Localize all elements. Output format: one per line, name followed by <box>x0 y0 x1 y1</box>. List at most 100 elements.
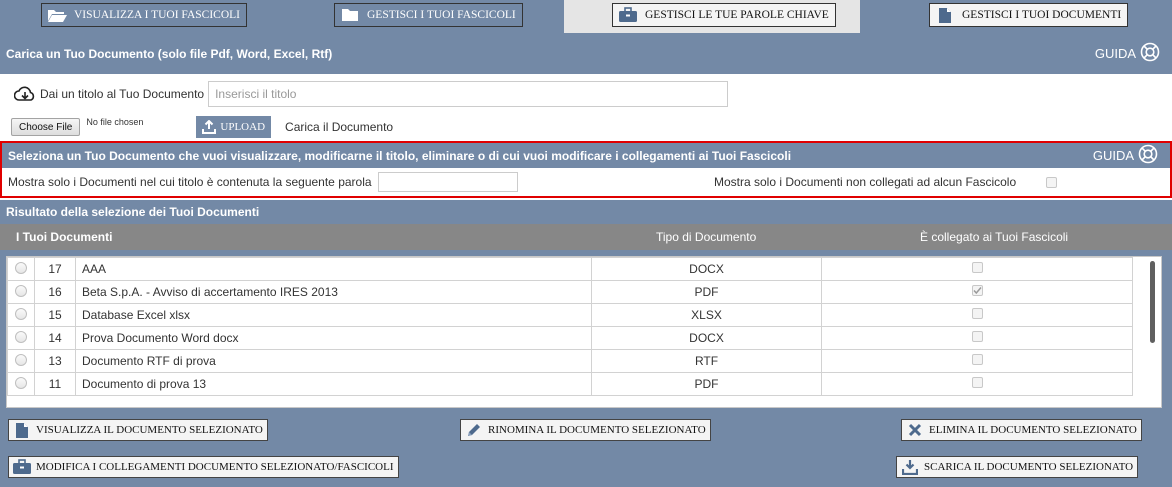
filter-section-header: Seleziona un Tuo Documento che vuoi visu… <box>2 143 1170 168</box>
upload-icon <box>202 120 217 134</box>
folder-icon <box>339 7 361 23</box>
row-linked-checkbox <box>971 377 983 388</box>
row-id: 15 <box>34 303 76 327</box>
row-select-cell <box>7 326 35 350</box>
filter-guide-link[interactable]: GUIDA <box>1093 143 1158 168</box>
table-row[interactable]: 11 Documento di prova 13 PDF <box>7 372 1133 396</box>
upload-row: Choose File No file chosen UPLOAD Carica… <box>0 113 1172 141</box>
row-linked-checkbox <box>971 331 983 342</box>
tab-gestisci-parole-chiave[interactable]: GESTISCI LE TUE PAROLE CHIAVE <box>612 3 836 27</box>
title-input-row: Dai un titolo al Tuo Documento Inserisci… <box>0 74 1172 113</box>
filter-section-title: Seleziona un Tuo Documento che vuoi visu… <box>8 148 792 163</box>
top-tab-bar: VISUALIZZA I TUOI FASCICOLI GESTISCI I T… <box>0 0 1172 33</box>
download-icon <box>900 458 920 476</box>
tab-gestisci-fascicoli[interactable]: GESTISCI I TUOI FASCICOLI <box>334 3 523 27</box>
upload-button[interactable]: UPLOAD <box>196 116 272 138</box>
title-label: Dai un titolo al Tuo Documento <box>40 86 205 101</box>
results-table-container[interactable]: 17 AAA DOCX 16 Beta S.p.A. - Avviso di accer… <box>6 256 1162 408</box>
row-linked-checkbox <box>971 354 983 365</box>
filter-word-input[interactable] <box>377 172 518 192</box>
results-table: 17 AAA DOCX 16 Beta S.p.A. - Avviso di accer… <box>7 257 1133 396</box>
briefcase-icon <box>12 458 32 476</box>
results-column-headers: I Tuoi Documenti Tipo di Documento È col… <box>0 224 1172 250</box>
table-row[interactable]: 17 AAA DOCX <box>7 257 1133 281</box>
folder-open-icon <box>46 7 68 23</box>
row-document-type: XLSX <box>591 303 822 327</box>
row-id: 13 <box>34 349 76 373</box>
filter-unlinked-checkbox[interactable] <box>1046 176 1057 188</box>
choose-file-button[interactable]: Choose File <box>11 118 81 136</box>
column-header-linked: È collegato ai Tuoi Fascicoli <box>920 230 1069 244</box>
rename-document-button[interactable]: RINOMINA IL DOCUMENTO SELEZIONATO <box>460 419 711 441</box>
column-header-type: Tipo di Documento <box>656 230 757 244</box>
row-radio[interactable] <box>15 307 27 320</box>
row-id: 16 <box>34 280 76 304</box>
filter-word-label: Mostra solo i Documenti nel cui titolo è… <box>8 175 372 189</box>
row-select-cell <box>7 372 35 396</box>
row-id: 17 <box>34 257 76 281</box>
row-document-name: Prova Documento Word docx <box>75 326 592 350</box>
table-row[interactable]: 16 Beta S.p.A. - Avviso di accertamento I… <box>7 280 1133 304</box>
row-linked-checkbox <box>971 262 983 273</box>
upload-hint: Carica il Documento <box>285 120 394 134</box>
row-linked-cell <box>821 303 1133 327</box>
row-radio[interactable] <box>15 376 27 389</box>
row-radio[interactable] <box>15 353 27 366</box>
view-document-button[interactable]: VISUALIZZA IL DOCUMENTO SELEZIONATO <box>8 419 268 441</box>
row-linked-cell <box>821 257 1133 281</box>
row-document-type: PDF <box>591 280 822 304</box>
row-id: 14 <box>34 326 76 350</box>
download-document-button[interactable]: SCARICA IL DOCUMENTO SELEZIONATO <box>896 456 1139 478</box>
row-document-name: Documento RTF di prova <box>75 349 592 373</box>
row-document-name: AAA <box>75 257 592 281</box>
row-select-cell <box>7 280 35 304</box>
row-select-cell <box>7 349 35 373</box>
lifebuoy-icon <box>1138 144 1158 167</box>
results-section: Risultato della selezione dei Tuoi Docum… <box>0 200 1172 487</box>
delete-document-button[interactable]: ELIMINA IL DOCUMENTO SELEZIONATO <box>901 419 1142 441</box>
tab-visualizza-fascicoli[interactable]: VISUALIZZA I TUOI FASCICOLI <box>41 3 247 27</box>
filter-row: Mostra solo i Documenti nel cui titolo è… <box>2 168 1170 196</box>
document-icon <box>12 421 32 439</box>
table-row[interactable]: 14 Prova Documento Word docx DOCX <box>7 326 1133 350</box>
filter-section: Seleziona un Tuo Documento che vuoi visu… <box>0 141 1172 198</box>
pencil-icon <box>464 421 484 439</box>
row-linked-checkbox <box>971 308 983 319</box>
table-row[interactable]: 15 Database Excel xlsx XLSX <box>7 303 1133 327</box>
row-linked-checkbox <box>971 285 983 296</box>
upload-section-title: Carica un Tuo Documento (solo file Pdf, … <box>6 46 333 61</box>
tab-gestisci-documenti[interactable]: GESTISCI I TUOI DOCUMENTI <box>929 3 1129 27</box>
row-document-type: DOCX <box>591 326 822 350</box>
column-header-documents: I Tuoi Documenti <box>16 230 113 244</box>
upload-section-header: Carica un Tuo Documento (solo file Pdf, … <box>0 33 1172 74</box>
table-row[interactable]: 13 Documento RTF di prova RTF <box>7 349 1133 373</box>
document-icon <box>934 7 956 23</box>
row-document-name: Beta S.p.A. - Avviso di accertamento IRE… <box>75 280 592 304</box>
close-icon <box>905 421 925 439</box>
briefcase-icon <box>617 7 639 23</box>
row-document-type: RTF <box>591 349 822 373</box>
row-select-cell <box>7 303 35 327</box>
row-linked-cell <box>821 280 1133 304</box>
row-id: 11 <box>34 372 76 396</box>
row-linked-cell <box>821 372 1133 396</box>
row-document-name: Documento di prova 13 <box>75 372 592 396</box>
row-select-cell <box>7 257 35 281</box>
row-document-type: PDF <box>591 372 822 396</box>
row-radio[interactable] <box>15 284 27 297</box>
row-document-type: DOCX <box>591 257 822 281</box>
results-section-title: Risultato della selezione dei Tuoi Docum… <box>6 205 260 219</box>
filter-unlinked-label: Mostra solo i Documenti non collegati ad… <box>714 175 1017 189</box>
row-linked-cell <box>821 349 1133 373</box>
row-document-name: Database Excel xlsx <box>75 303 592 327</box>
modify-links-button[interactable]: MODIFICA I COLLEGAMENTI DOCUMENTO SELEZI… <box>8 456 399 478</box>
results-scrollbar[interactable] <box>1150 261 1155 343</box>
row-linked-cell <box>821 326 1133 350</box>
row-radio[interactable] <box>15 330 27 343</box>
results-section-header: Risultato della selezione dei Tuoi Docum… <box>0 200 1172 224</box>
upload-guide-link[interactable]: GUIDA <box>1095 33 1160 74</box>
title-input[interactable]: Inserisci il titolo <box>208 80 729 107</box>
row-radio[interactable] <box>15 261 27 274</box>
no-file-text: No file chosen <box>86 117 144 127</box>
cloud-download-icon <box>14 86 36 102</box>
